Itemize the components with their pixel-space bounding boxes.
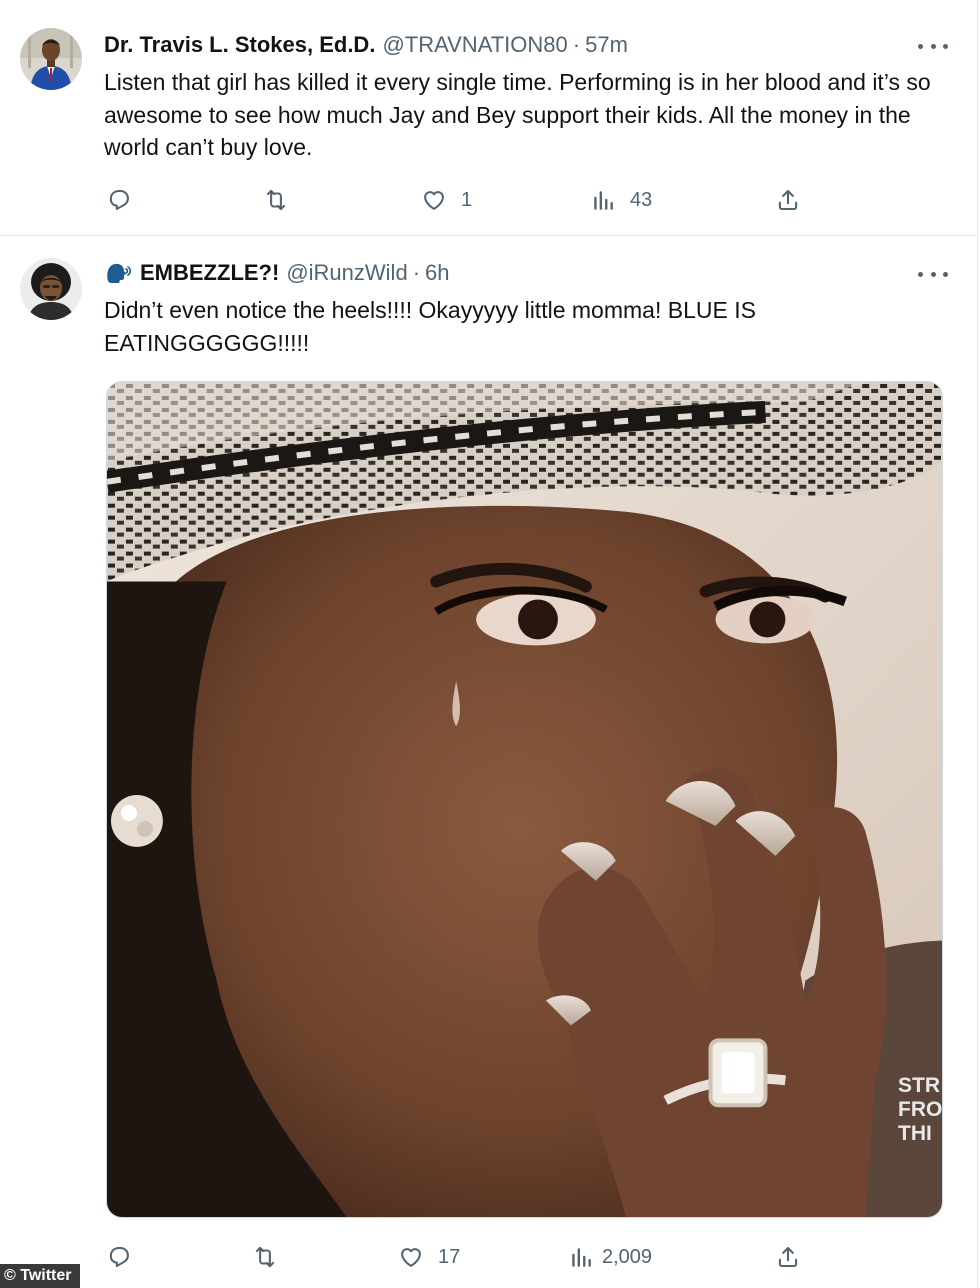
views-icon <box>594 191 613 210</box>
tweet-header: Dr. Travis L. Stokes, Ed.D. @TRAVNATION8… <box>104 30 628 60</box>
more-icon[interactable] <box>918 36 948 56</box>
tweet-header: EMBEZZLE?! @iRunzWild · 6h <box>104 258 450 288</box>
display-name[interactable]: EMBEZZLE?! <box>140 260 279 286</box>
timestamp[interactable]: 6h <box>425 260 449 286</box>
display-name[interactable]: Dr. Travis L. Stokes, Ed.D. <box>104 32 375 58</box>
speaking-head-icon <box>104 261 132 285</box>
like-icon <box>424 191 444 210</box>
retweet-icon <box>255 1246 275 1268</box>
views-button[interactable]: 43 <box>590 187 652 213</box>
timeline: Dr. Travis L. Stokes, Ed.D. @TRAVNATION8… <box>0 0 978 1288</box>
more-icon[interactable] <box>918 264 948 284</box>
retweet-button[interactable] <box>252 1244 292 1270</box>
share-icon <box>778 1246 798 1268</box>
retweet-icon <box>266 189 286 211</box>
share-button[interactable] <box>775 187 801 213</box>
reply-icon <box>109 1246 129 1268</box>
reply-button[interactable] <box>106 1244 146 1270</box>
separator-dot: · <box>412 260 421 285</box>
like-count: 1 <box>461 188 473 211</box>
views-button[interactable]: 2,009 <box>568 1244 652 1270</box>
separator-dot: · <box>572 32 581 57</box>
user-handle[interactable]: @TRAVNATION80 <box>382 32 567 58</box>
user-handle[interactable]: @iRunzWild <box>286 260 407 286</box>
like-count: 17 <box>438 1245 461 1268</box>
share-icon <box>778 189 798 211</box>
share-button[interactable] <box>775 1244 801 1270</box>
tweet-text: Listen that girl has killed it every sin… <box>104 69 931 160</box>
views-icon <box>572 1248 591 1267</box>
reply-icon <box>109 189 129 211</box>
watermark-line: FRO <box>898 1098 943 1121</box>
reply-button[interactable] <box>106 187 146 213</box>
tweet[interactable]: Dr. Travis L. Stokes, Ed.D. @TRAVNATION8… <box>0 0 978 236</box>
tweet-text: Didn’t even notice the heels!!!! Okayyyy… <box>104 297 756 356</box>
views-count: 43 <box>630 188 653 211</box>
media-watermark: STR FRO THI <box>898 1074 942 1146</box>
views-count: 2,009 <box>602 1245 653 1268</box>
retweet-button[interactable] <box>263 187 303 213</box>
watermark-line: STR <box>898 1074 940 1097</box>
watermark-line: THI <box>898 1122 932 1145</box>
avatar[interactable] <box>20 28 82 90</box>
timestamp[interactable]: 57m <box>585 32 628 58</box>
like-button[interactable]: 17 <box>398 1244 460 1270</box>
like-button[interactable]: 1 <box>421 187 472 213</box>
tweet-media-image[interactable] <box>106 381 943 1218</box>
credit-label: © Twitter <box>0 1264 80 1288</box>
avatar[interactable] <box>20 258 82 320</box>
like-icon <box>401 1248 421 1267</box>
